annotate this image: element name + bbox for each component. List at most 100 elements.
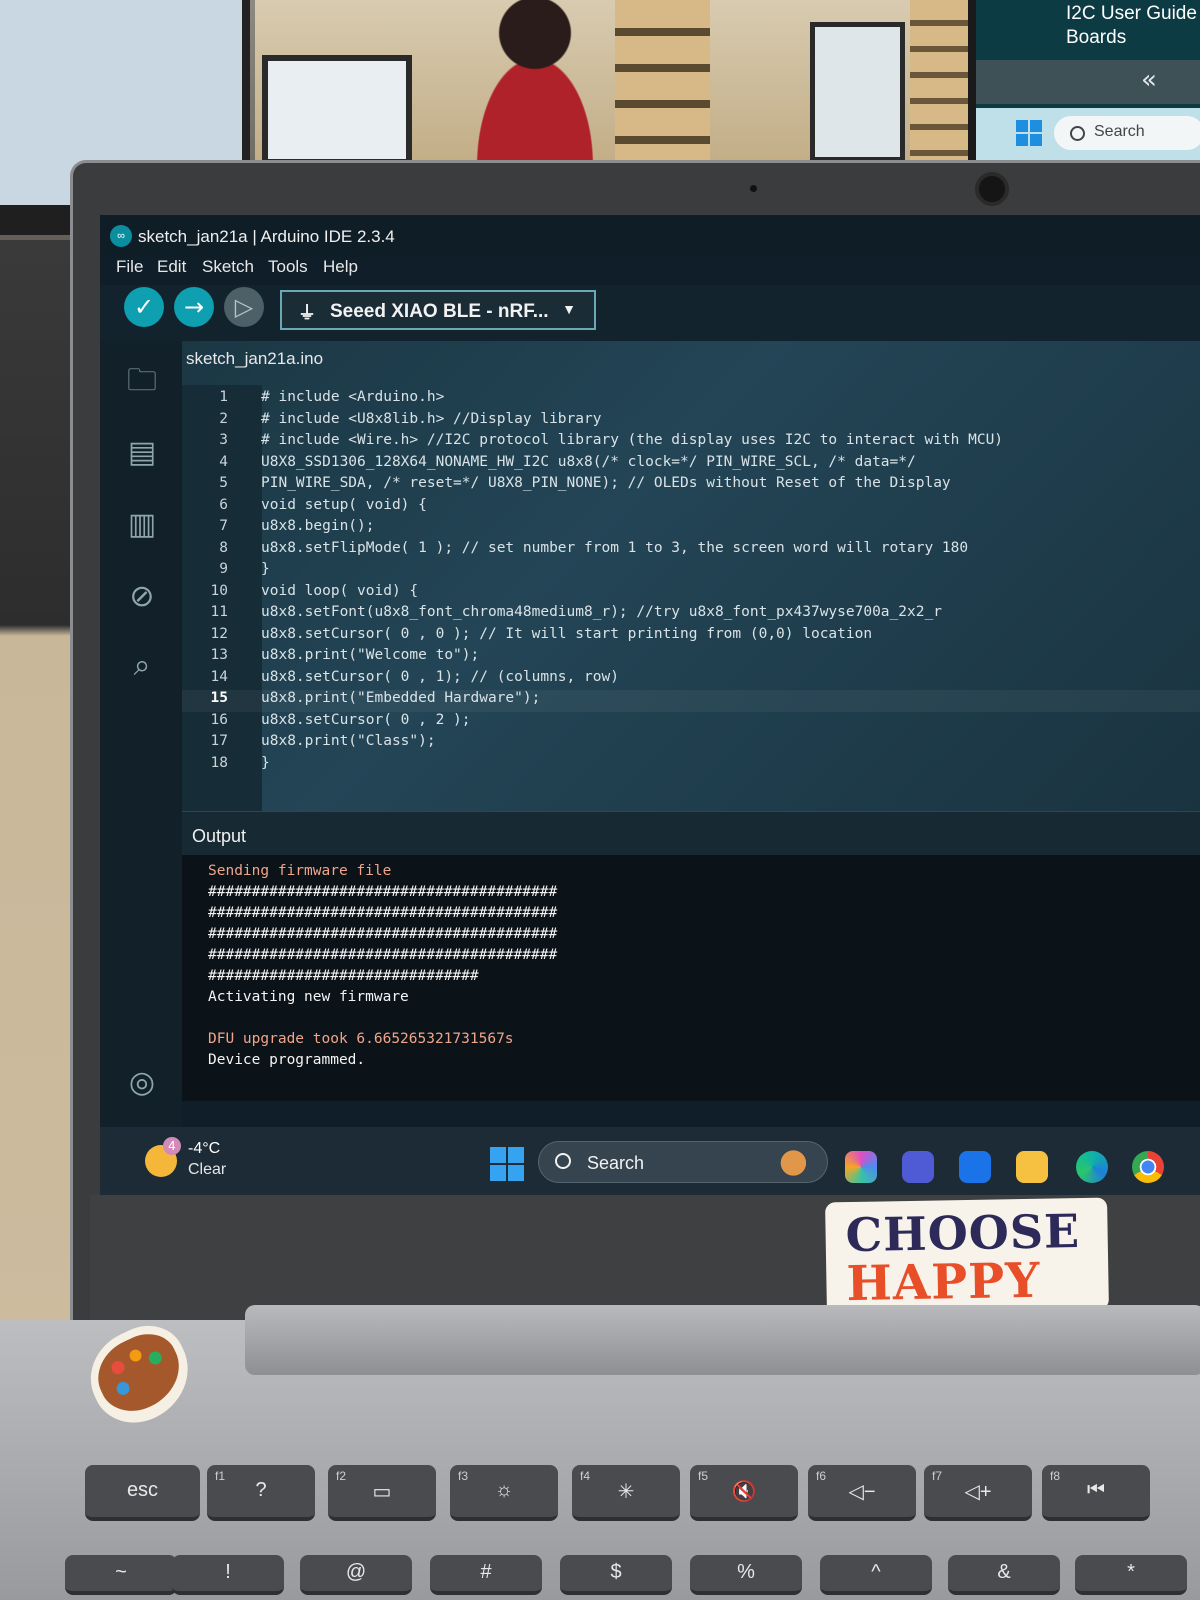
account-icon[interactable]: ◎ bbox=[122, 1063, 162, 1103]
code-line[interactable]: 5 PIN_WIRE_SDA, /* reset=*/ U8X8_PIN_NONE… bbox=[182, 475, 1200, 497]
menu-tools[interactable]: Tools bbox=[268, 257, 308, 277]
taskbar-search[interactable]: Search bbox=[538, 1141, 828, 1183]
key-f4[interactable]: f4 ✳ bbox=[572, 1465, 680, 1521]
chrome-icon[interactable] bbox=[1132, 1151, 1164, 1183]
code-line[interactable]: 12 u8x8.setCursor( 0 , 0 ); // It will st… bbox=[182, 626, 1200, 648]
laptop-sensor bbox=[750, 185, 757, 192]
upload-button[interactable]: → bbox=[174, 287, 214, 327]
background-screen bbox=[262, 55, 412, 165]
code-text[interactable]: u8x8.setFlipMode( 1 ); // set number fro… bbox=[261, 540, 968, 556]
code-line[interactable]: 2 # include <U8x8lib.h> //Display library bbox=[182, 411, 1200, 433]
code-line[interactable]: 15 u8x8.print("Embedded Hardware"); bbox=[182, 690, 1200, 712]
code-line[interactable]: 13 u8x8.print("Welcome to"); bbox=[182, 647, 1200, 669]
code-text[interactable]: u8x8.begin(); bbox=[261, 518, 375, 534]
key-number-row[interactable]: ~ bbox=[65, 1555, 177, 1595]
code-lines[interactable]: 1 # include <Arduino.h> 2 # include <U8x8li… bbox=[182, 389, 1200, 776]
key-main-label: @ bbox=[345, 1561, 367, 1583]
line-number: 1 bbox=[219, 389, 228, 405]
editor-tab[interactable]: sketch_jan21a.ino bbox=[186, 349, 323, 369]
code-text[interactable]: PIN_WIRE_SDA, /* reset=*/ U8X8_PIN_NONE)… bbox=[261, 475, 951, 491]
code-line[interactable]: 10 void loop( void) { bbox=[182, 583, 1200, 605]
code-line[interactable]: 17 u8x8.print("Class"); bbox=[182, 733, 1200, 755]
key-f5[interactable]: f5 🔇 bbox=[690, 1465, 798, 1521]
menu-sketch[interactable]: Sketch bbox=[202, 257, 254, 277]
code-text[interactable]: u8x8.print("Embedded Hardware"); bbox=[261, 690, 540, 706]
weather-condition[interactable]: Clear bbox=[188, 1161, 226, 1179]
verify-button[interactable]: ✓ bbox=[124, 287, 164, 327]
code-line[interactable]: 6 void setup( void) { bbox=[182, 497, 1200, 519]
code-line[interactable]: 14 u8x8.setCursor( 0 , 1); // (columns, r… bbox=[182, 669, 1200, 691]
code-line[interactable]: 1 # include <Arduino.h> bbox=[182, 389, 1200, 411]
code-line[interactable]: 3 # include <Wire.h> //I2C protocol libra… bbox=[182, 432, 1200, 454]
laptop-camera bbox=[975, 172, 1009, 206]
code-line[interactable]: 11 u8x8.setFont(u8x8_font_chroma48medium8… bbox=[182, 604, 1200, 626]
check-icon: ✓ bbox=[133, 293, 155, 321]
laptop-screen: ∞ sketch_jan21a | Arduino IDE 2.3.4 File… bbox=[100, 215, 1200, 1195]
folder-icon[interactable]: 🗀 bbox=[122, 361, 162, 401]
code-line[interactable]: 4 U8X8_SSD1306_128X64_NONAME_HW_I2C u8x8(… bbox=[182, 454, 1200, 476]
key-number-row[interactable]: & bbox=[948, 1555, 1060, 1595]
output-console: Sending firmware file ###################… bbox=[182, 855, 1200, 1101]
library-icon[interactable]: ▥ bbox=[122, 505, 162, 545]
code-text[interactable]: # include <Wire.h> //I2C protocol librar… bbox=[261, 432, 1003, 448]
key-f7[interactable]: f7 ◁+ bbox=[924, 1465, 1032, 1521]
windows-start-icon[interactable] bbox=[490, 1147, 524, 1181]
code-text[interactable]: void loop( void) { bbox=[261, 583, 418, 599]
key-number-row[interactable]: % bbox=[690, 1555, 802, 1595]
search-icon[interactable]: ⌕ bbox=[122, 646, 162, 686]
key-number-row[interactable]: $ bbox=[560, 1555, 672, 1595]
line-number: 8 bbox=[219, 539, 228, 556]
code-line[interactable]: 18} bbox=[182, 755, 1200, 777]
code-text[interactable]: u8x8.setCursor( 0 , 1); // (columns, row… bbox=[261, 669, 619, 685]
code-text[interactable]: } bbox=[261, 561, 270, 577]
code-line[interactable]: 16 u8x8.setCursor( 0 , 2 ); bbox=[182, 712, 1200, 734]
code-text[interactable]: u8x8.setFont(u8x8_font_chroma48medium8_r… bbox=[261, 604, 942, 620]
key-f3[interactable]: f3 ☼ bbox=[450, 1465, 558, 1521]
boards-manager-icon[interactable]: ▤ bbox=[122, 433, 162, 473]
teams-icon[interactable] bbox=[902, 1151, 934, 1183]
key-number-row[interactable]: ! bbox=[172, 1555, 284, 1595]
key-esc[interactable]: esc bbox=[85, 1465, 200, 1521]
menu-edit[interactable]: Edit bbox=[157, 257, 186, 277]
code-text[interactable]: u8x8.print("Welcome to"); bbox=[261, 647, 479, 663]
copilot-icon[interactable] bbox=[845, 1151, 877, 1183]
window-title: sketch_jan21a | Arduino IDE 2.3.4 bbox=[138, 227, 395, 246]
code-line[interactable]: 8 u8x8.setFlipMode( 1 ); // set number fr… bbox=[182, 540, 1200, 562]
debug-off-icon[interactable]: ⊘ bbox=[122, 577, 162, 617]
weather-temperature[interactable]: -4°C bbox=[188, 1140, 220, 1158]
key-number-row[interactable]: @ bbox=[300, 1555, 412, 1595]
key-f2[interactable]: f2 ▭ bbox=[328, 1465, 436, 1521]
code-text[interactable]: # include <U8x8lib.h> //Display library bbox=[261, 411, 601, 427]
key-number-row[interactable]: # bbox=[430, 1555, 542, 1595]
key-main-label: ! bbox=[225, 1561, 231, 1583]
menu-help[interactable]: Help bbox=[323, 257, 358, 277]
key-number-row[interactable]: ^ bbox=[820, 1555, 932, 1595]
key-f1[interactable]: f1? bbox=[207, 1465, 315, 1521]
background-pegboard bbox=[615, 0, 710, 165]
mail-icon[interactable] bbox=[959, 1151, 991, 1183]
code-text[interactable]: # include <Arduino.h> bbox=[261, 389, 444, 405]
debug-button[interactable]: ▷ bbox=[224, 287, 264, 327]
line-number: 18 bbox=[210, 754, 228, 771]
menu-file[interactable]: File bbox=[116, 257, 143, 277]
key-f8[interactable]: f8 ⏮ bbox=[1042, 1465, 1150, 1521]
background-monitor-taskbar: Search bbox=[976, 108, 1200, 165]
code-text[interactable]: void setup( void) { bbox=[261, 497, 427, 513]
board-selector[interactable]: ⏚ Seeed XIAO BLE - nRF... ▼ bbox=[280, 290, 596, 330]
key-f6[interactable]: f6 ◁− bbox=[808, 1465, 916, 1521]
key-number-row[interactable]: * bbox=[1075, 1555, 1187, 1595]
code-text[interactable]: u8x8.setCursor( 0 , 2 ); bbox=[261, 712, 471, 728]
edge-icon[interactable] bbox=[1076, 1151, 1108, 1183]
code-text[interactable]: u8x8.setCursor( 0 , 0 ); // It will star… bbox=[261, 626, 872, 642]
key-main-label: ✳ bbox=[617, 1481, 635, 1503]
window-titlebar: ∞ sketch_jan21a | Arduino IDE 2.3.4 bbox=[100, 215, 1200, 257]
output-line: ######################################## bbox=[208, 905, 558, 921]
code-editor[interactable]: sketch_jan21a.ino 1 # include <Arduino.h>… bbox=[182, 341, 1200, 811]
output-line: DFU upgrade took 6.665265321731567s bbox=[208, 1031, 514, 1047]
code-text[interactable]: u8x8.print("Class"); bbox=[261, 733, 436, 749]
code-text[interactable]: } bbox=[261, 755, 270, 771]
code-line[interactable]: 9} bbox=[182, 561, 1200, 583]
code-line[interactable]: 7 u8x8.begin(); bbox=[182, 518, 1200, 540]
code-text[interactable]: U8X8_SSD1306_128X64_NONAME_HW_I2C u8x8(/… bbox=[261, 454, 916, 470]
file-explorer-icon[interactable] bbox=[1016, 1151, 1048, 1183]
